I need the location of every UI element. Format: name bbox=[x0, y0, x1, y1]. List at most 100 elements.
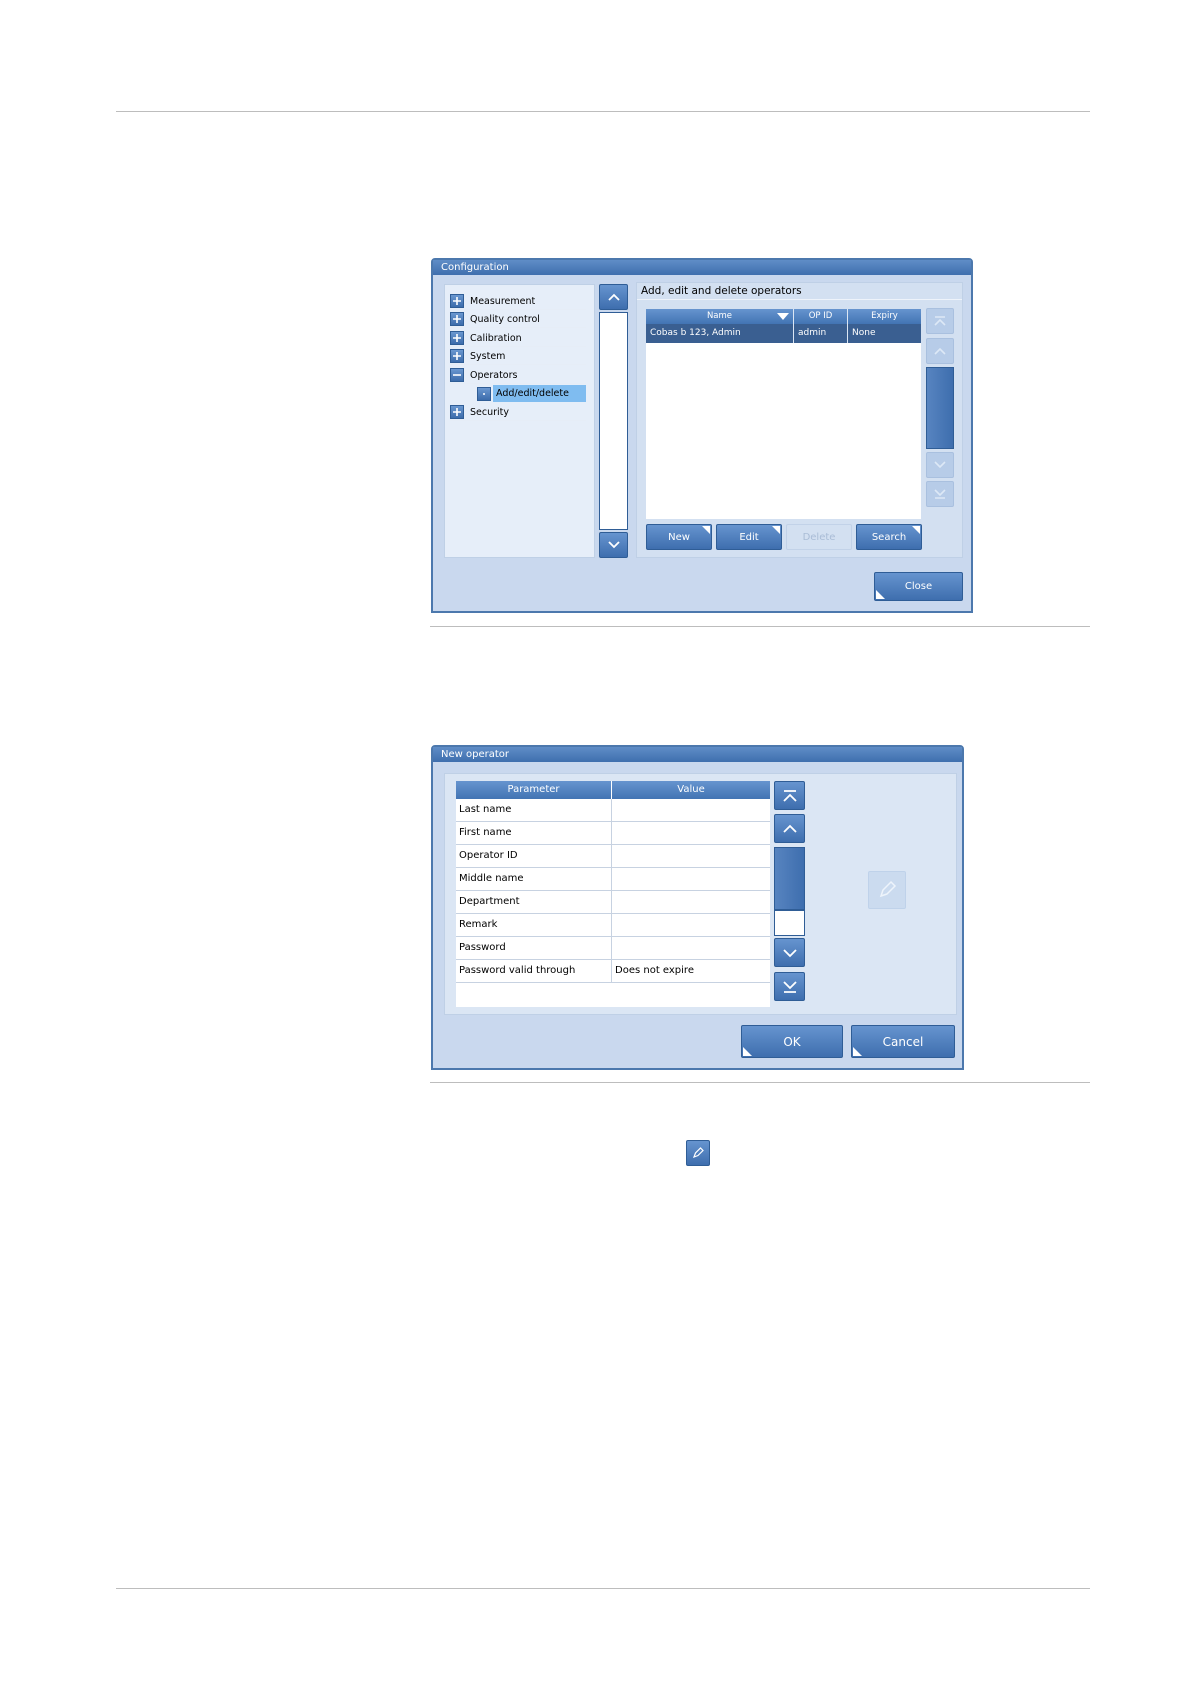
cell-parameter: First name bbox=[456, 822, 612, 844]
column-header-op-id[interactable]: OP ID bbox=[794, 309, 848, 324]
double-chevron-down-icon bbox=[782, 980, 797, 993]
configuration-dialog: Configuration Measurement Quality contro… bbox=[431, 258, 973, 613]
minus-icon[interactable] bbox=[450, 368, 464, 382]
cell-parameter: Remark bbox=[456, 914, 612, 936]
cell-name: Cobas b 123, Admin bbox=[646, 324, 794, 343]
chevron-down-icon bbox=[782, 948, 797, 957]
figure1-rule bbox=[430, 626, 1090, 627]
plus-icon[interactable] bbox=[450, 405, 464, 419]
tree-item-label: Quality control bbox=[470, 313, 540, 325]
table-row[interactable]: Cobas b 123, Admin admin None bbox=[646, 324, 921, 343]
tree-item-label: Measurement bbox=[470, 295, 536, 307]
double-chevron-up-icon bbox=[782, 789, 797, 802]
ok-button[interactable]: OK bbox=[741, 1025, 843, 1058]
tree-item-label: System bbox=[470, 350, 506, 362]
bottom-rule bbox=[116, 1588, 1090, 1589]
tree-item-operators[interactable]: Operators bbox=[450, 367, 586, 384]
cell-value[interactable]: Does not expire bbox=[612, 960, 770, 982]
table-row[interactable]: Last name bbox=[456, 799, 770, 822]
table-row[interactable]: Remark bbox=[456, 914, 770, 937]
chevron-down-icon bbox=[934, 461, 946, 469]
parameter-panel: Parameter Value Last name First name Ope… bbox=[444, 773, 957, 1015]
tree-item-add-edit-delete[interactable]: Add/edit/delete bbox=[477, 385, 586, 402]
tree-item-security[interactable]: Security bbox=[450, 404, 586, 421]
cell-value[interactable] bbox=[612, 891, 770, 913]
plus-icon[interactable] bbox=[450, 294, 464, 308]
cell-value[interactable] bbox=[612, 799, 770, 821]
close-button[interactable]: Close bbox=[874, 572, 963, 601]
cell-parameter: Password bbox=[456, 937, 612, 959]
delete-button[interactable]: Delete bbox=[786, 524, 852, 550]
cell-parameter: Last name bbox=[456, 799, 612, 821]
tree-scroll-track[interactable] bbox=[599, 312, 628, 530]
param-scroll-down-button[interactable] bbox=[774, 938, 805, 967]
double-chevron-down-icon bbox=[934, 489, 946, 499]
cell-parameter: Operator ID bbox=[456, 845, 612, 867]
dot-icon bbox=[477, 386, 491, 401]
tree-scroll-up-button[interactable] bbox=[599, 284, 628, 310]
table-scroll-thumb[interactable] bbox=[926, 367, 954, 449]
new-button[interactable]: New bbox=[646, 524, 712, 550]
param-scroll-thumb[interactable] bbox=[774, 847, 805, 910]
edit-value-button[interactable] bbox=[868, 871, 906, 909]
search-button[interactable]: Search bbox=[856, 524, 922, 550]
table-scroll-top-button[interactable] bbox=[926, 308, 954, 334]
cell-op-id: admin bbox=[794, 324, 848, 343]
configuration-title: Configuration bbox=[433, 260, 971, 275]
cell-value[interactable] bbox=[612, 822, 770, 844]
column-header-value: Value bbox=[612, 781, 770, 799]
edit-button[interactable]: Edit bbox=[716, 524, 782, 550]
column-header-name[interactable]: Name bbox=[646, 309, 794, 324]
column-header-expiry[interactable]: Expiry bbox=[848, 309, 921, 324]
cell-value[interactable] bbox=[612, 937, 770, 959]
plus-icon[interactable] bbox=[450, 349, 464, 363]
operators-panel: Add, edit and delete operators Name OP I… bbox=[636, 282, 963, 558]
panel-title: Add, edit and delete operators bbox=[641, 285, 802, 297]
figure2-rule bbox=[430, 1082, 1090, 1083]
plus-icon[interactable] bbox=[450, 312, 464, 326]
table-row[interactable]: Department bbox=[456, 891, 770, 914]
cell-expiry: None bbox=[848, 324, 921, 343]
table-scroll-bottom-button[interactable] bbox=[926, 481, 954, 507]
operators-table: Name OP ID Expiry Cobas b 123, Admin adm… bbox=[646, 309, 921, 519]
table-row[interactable]: First name bbox=[456, 822, 770, 845]
double-chevron-up-icon bbox=[934, 316, 946, 326]
table-row[interactable]: Password valid through Does not expire bbox=[456, 960, 770, 983]
cell-value[interactable] bbox=[612, 914, 770, 936]
tree-item-measurement[interactable]: Measurement bbox=[450, 293, 586, 310]
new-operator-dialog: New operator Parameter Value Last name F… bbox=[431, 745, 964, 1070]
cell-parameter: Department bbox=[456, 891, 612, 913]
panel-title-divider bbox=[637, 299, 962, 300]
column-header-parameter: Parameter bbox=[456, 781, 612, 799]
tree-item-calibration[interactable]: Calibration bbox=[450, 330, 586, 347]
table-scroll-up-button[interactable] bbox=[926, 338, 954, 364]
pencil-icon bbox=[686, 1140, 710, 1166]
tree-item-system[interactable]: System bbox=[450, 348, 586, 365]
tree-item-quality-control[interactable]: Quality control bbox=[450, 311, 586, 328]
top-rule bbox=[116, 111, 1090, 112]
cell-value[interactable] bbox=[612, 845, 770, 867]
tree-item-label: Operators bbox=[470, 369, 518, 381]
tree-item-label: Security bbox=[470, 406, 510, 418]
param-scroll-up-button[interactable] bbox=[774, 814, 805, 843]
table-row[interactable]: Operator ID bbox=[456, 845, 770, 868]
param-scroll-top-button[interactable] bbox=[774, 781, 805, 810]
chevron-down-icon bbox=[607, 541, 620, 549]
new-operator-title: New operator bbox=[433, 747, 962, 762]
chevron-up-icon bbox=[607, 293, 620, 301]
table-row[interactable]: Middle name bbox=[456, 868, 770, 891]
table-row[interactable]: Password bbox=[456, 937, 770, 960]
cell-parameter: Password valid through bbox=[456, 960, 612, 982]
cancel-button[interactable]: Cancel bbox=[851, 1025, 955, 1058]
tree-scroll-down-button[interactable] bbox=[599, 532, 628, 558]
param-scroll-track[interactable] bbox=[774, 910, 805, 936]
plus-icon[interactable] bbox=[450, 331, 464, 345]
sort-down-icon bbox=[777, 313, 789, 320]
table-scroll-down-button[interactable] bbox=[926, 452, 954, 478]
tree-item-label: Calibration bbox=[470, 332, 522, 344]
cell-parameter: Middle name bbox=[456, 868, 612, 890]
tree-item-label: Add/edit/delete bbox=[493, 385, 586, 402]
param-scroll-bottom-button[interactable] bbox=[774, 972, 805, 1001]
parameter-table: Parameter Value Last name First name Ope… bbox=[456, 781, 770, 1007]
cell-value[interactable] bbox=[612, 868, 770, 890]
